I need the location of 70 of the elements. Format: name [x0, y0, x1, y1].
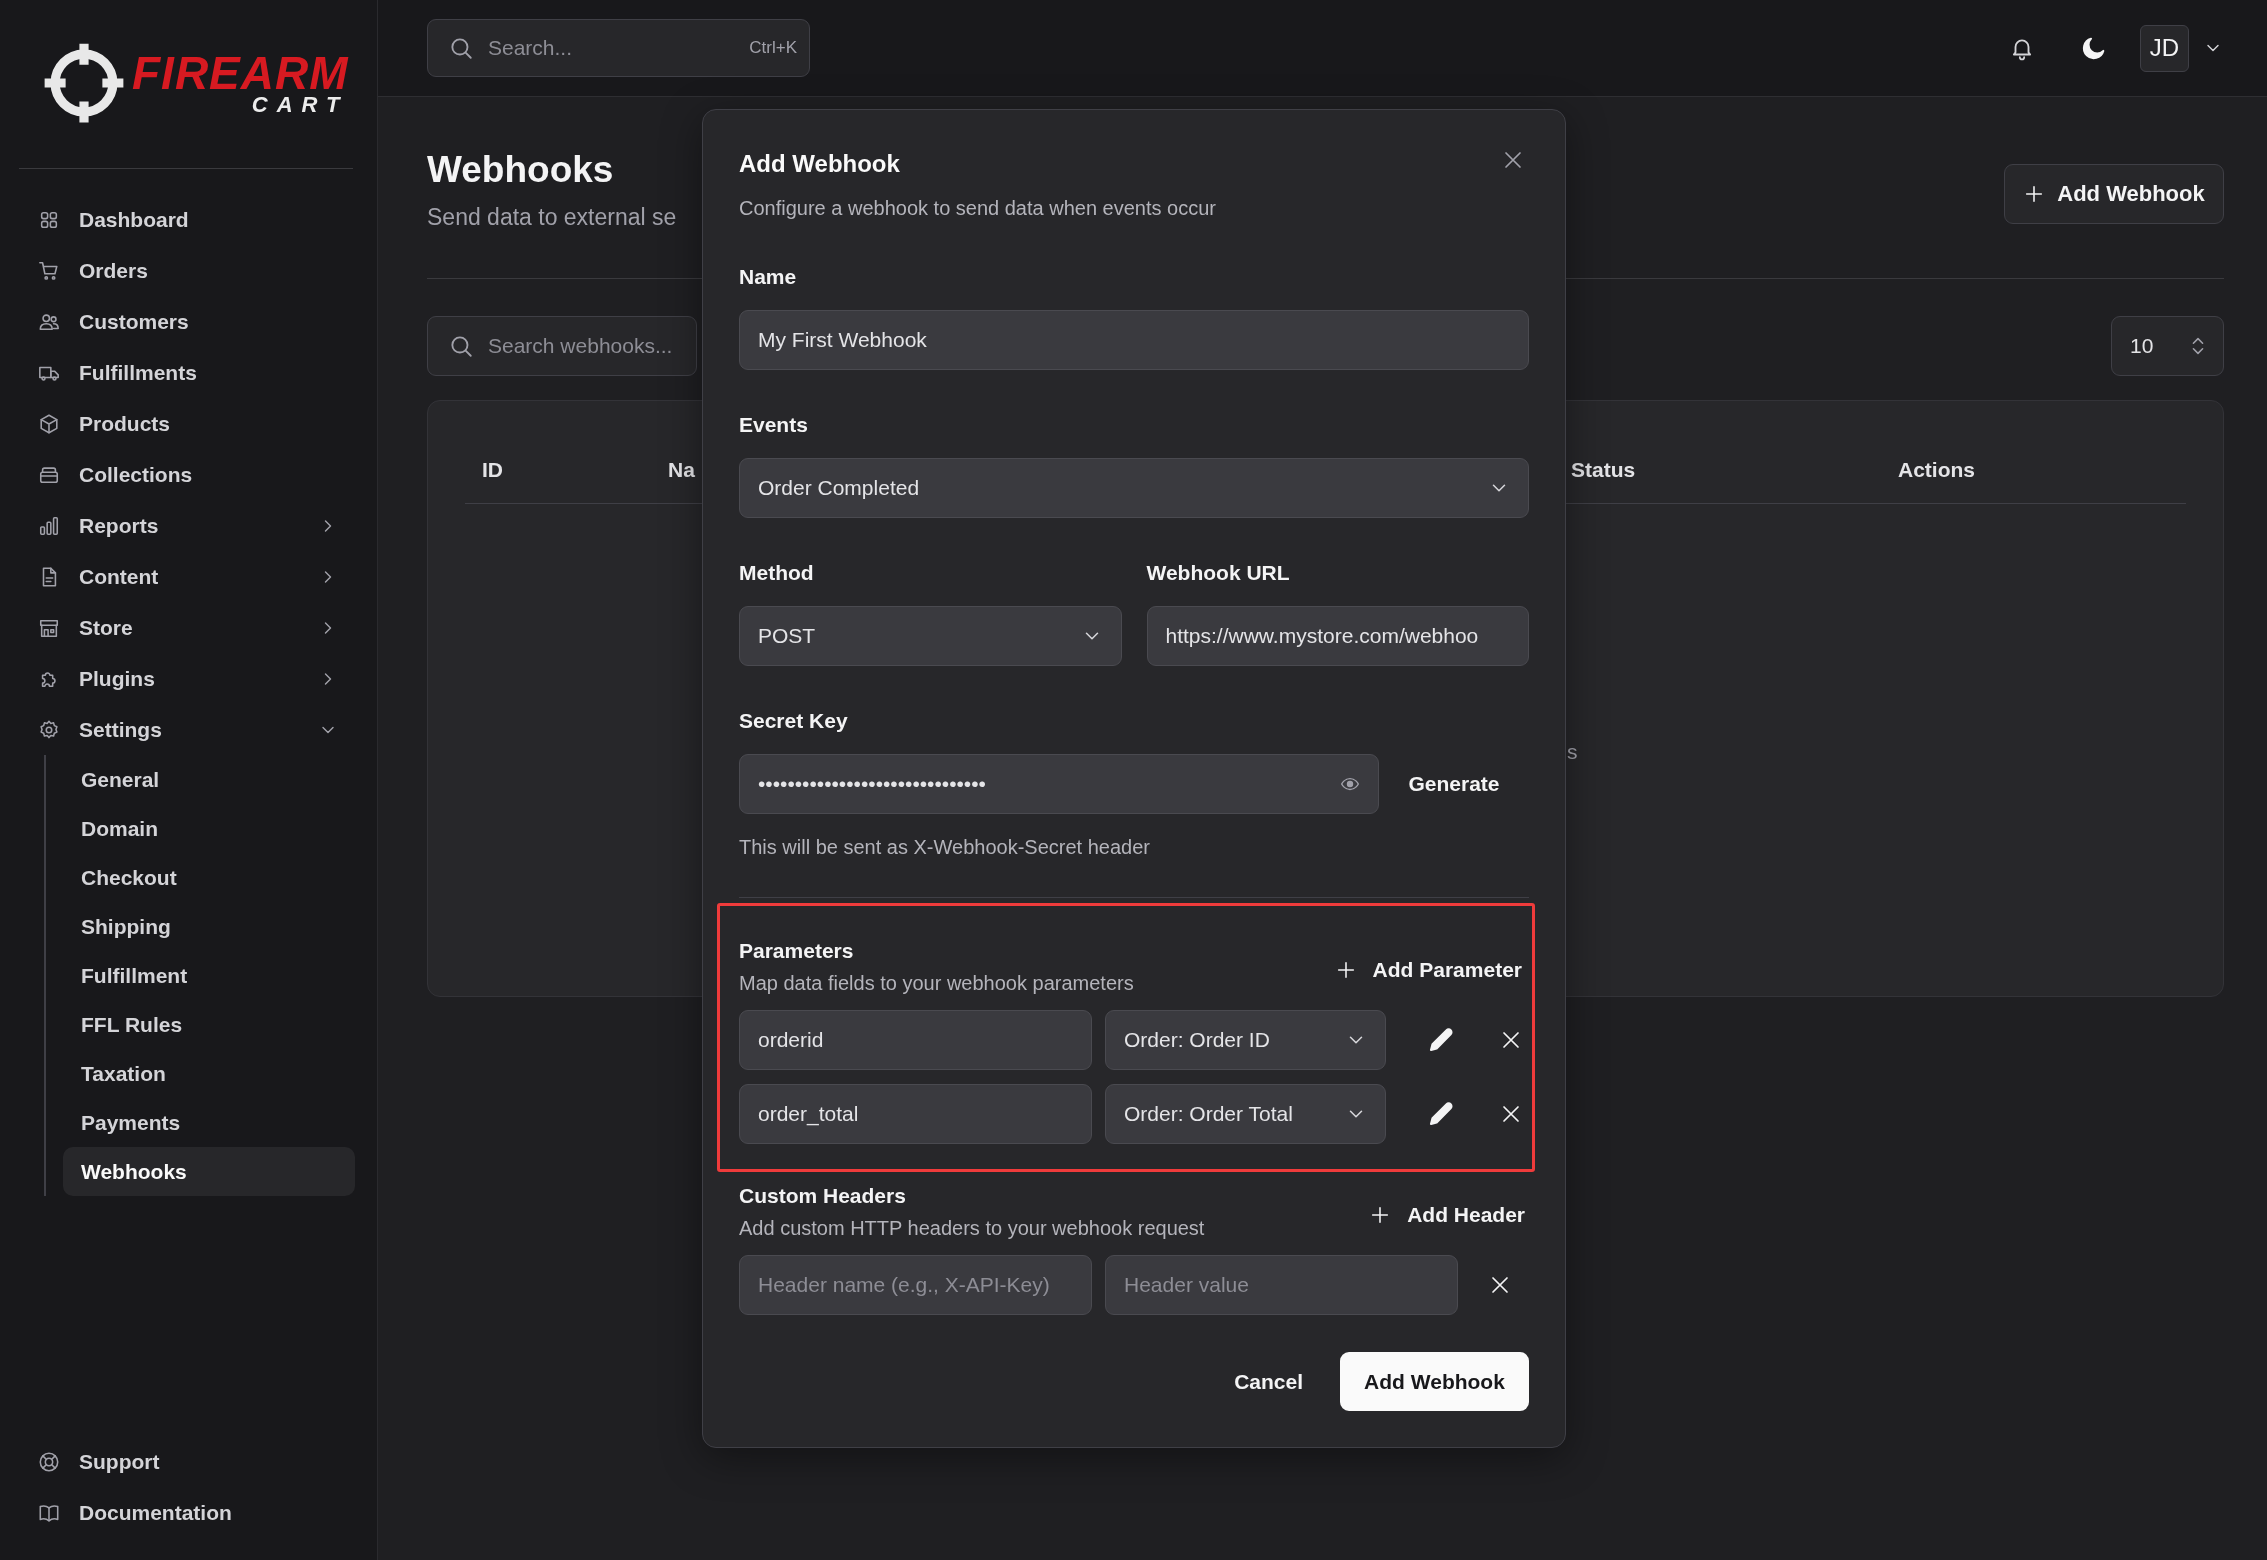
dialog-description: Configure a webhook to send data when events occur [739, 196, 1217, 221]
text-field[interactable]: order_total [739, 1084, 1092, 1144]
search-icon [448, 35, 474, 61]
field-hint: This will be sent as X-Webhook-Secret header [739, 835, 1151, 860]
nav-item[interactable]: Documentation [38, 1487, 338, 1538]
nav-subitem[interactable]: Taxation [63, 1049, 355, 1098]
nav-subitem[interactable]: Domain [63, 804, 355, 853]
nav-item[interactable]: Content [38, 551, 338, 602]
nav-subitem[interactable]: Payments [63, 1098, 355, 1147]
cart-icon [38, 259, 60, 282]
text-field[interactable]: orderid [739, 1010, 1092, 1070]
add-webhook-button[interactable]: Add Webhook [2004, 164, 2224, 224]
logo-wordmark: FIREARM [132, 50, 349, 96]
section-description: Map data fields to your webhook parameters [739, 971, 1134, 996]
add-parameter-button[interactable]: Add Parameter [1334, 958, 1526, 982]
nav-subitem[interactable]: Fulfillment [63, 951, 355, 1000]
page-size-select[interactable]: 10 [2111, 316, 2224, 376]
field-label: Method [739, 560, 815, 586]
logo-subtitle: CART [251, 94, 349, 116]
section-description: Add custom HTTP headers to your webhook request [739, 1216, 1205, 1241]
url-field[interactable]: https://www.mystore.com/webhoo [1146, 606, 1529, 666]
crosshair-icon [42, 41, 126, 125]
text-field[interactable]: My First Webhook [739, 310, 1529, 370]
add-header-button[interactable]: Add Header [1369, 1203, 1529, 1227]
section-title: Custom Headers [739, 1183, 907, 1209]
nav-subitem[interactable]: General [63, 755, 355, 804]
column-header: Status [1571, 458, 1636, 482]
nav-subitem[interactable]: FFL Rules [63, 1000, 355, 1049]
nav-item[interactable]: Support [38, 1436, 338, 1487]
nav-item[interactable]: Dashboard [38, 194, 338, 245]
settings-icon [38, 718, 60, 741]
column-header: ID [482, 458, 503, 482]
nav-item[interactable]: Plugins [38, 653, 338, 704]
cube-icon [38, 412, 60, 435]
search-field[interactable]: Search webhooks... [427, 316, 697, 376]
user-avatar[interactable]: JD [2140, 24, 2189, 72]
nav-subitem[interactable]: Shipping [63, 902, 355, 951]
nav-item[interactable]: Store [38, 602, 338, 653]
section-title: Parameters [739, 938, 855, 964]
bar-chart-icon [38, 514, 60, 537]
dropdown-select[interactable]: POST [739, 606, 1122, 666]
field-label: Webhook URL [1146, 560, 1291, 586]
dropdown-select[interactable]: Order: Order ID [1105, 1010, 1386, 1070]
nav-subitem[interactable]: Checkout [63, 853, 355, 902]
nav-item[interactable]: Orders [38, 245, 338, 296]
empty-message: s [1567, 740, 1579, 764]
nav-subitem[interactable]: Webhooks [63, 1147, 355, 1196]
search-icon [448, 333, 474, 359]
dropdown-select[interactable]: Order: Order Total [1105, 1084, 1386, 1144]
generate-button[interactable]: Generate [1379, 754, 1529, 814]
field-label: Name [739, 264, 798, 290]
submit-button[interactable]: Add Webhook [1340, 1352, 1529, 1411]
page-subtitle: Send data to external se [427, 203, 677, 232]
field-label: Secret Key [739, 708, 849, 734]
nav-item[interactable]: Fulfillments [38, 347, 338, 398]
search-field[interactable]: Search... Ctrl+K [427, 19, 810, 77]
dropdown-select[interactable]: Order Completed [739, 458, 1529, 518]
page-title: Webhooks [427, 148, 615, 192]
lifebuoy-icon [38, 1450, 60, 1473]
field-label: Events [739, 412, 809, 438]
column-header: Na [668, 458, 695, 482]
nav-item[interactable]: Reports [38, 500, 338, 551]
password-field[interactable]: ••••••••••••••••••••••••••••••• [739, 754, 1379, 814]
nav-item[interactable]: Collections [38, 449, 338, 500]
nav-item[interactable]: Settings [38, 704, 338, 755]
nav-item[interactable]: Products [38, 398, 338, 449]
nav-item[interactable]: Customers [38, 296, 338, 347]
dialog-title: Add Webhook [739, 149, 900, 179]
cancel-button[interactable]: Cancel [1222, 1352, 1315, 1411]
column-header: Actions [1898, 458, 1975, 482]
